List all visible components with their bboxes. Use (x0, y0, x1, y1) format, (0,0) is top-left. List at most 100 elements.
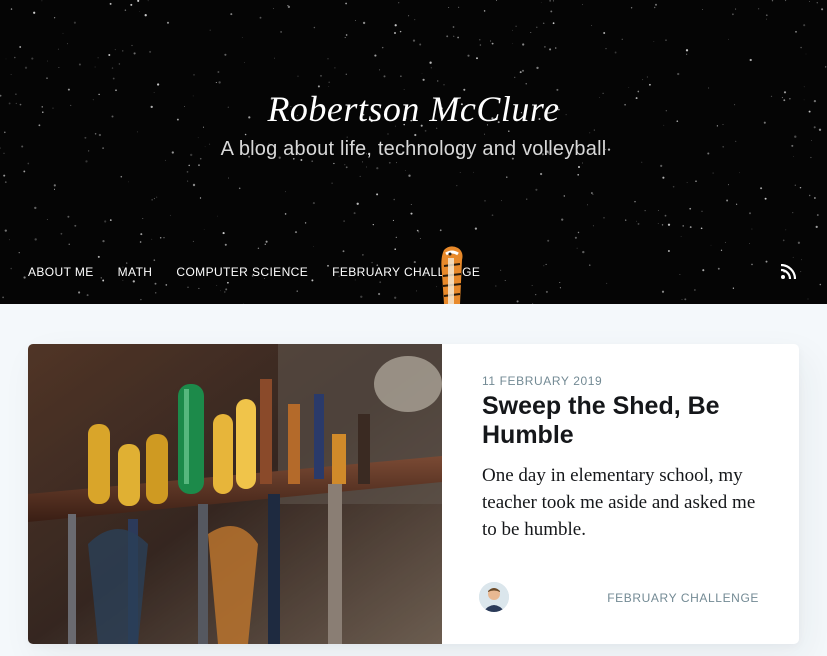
star (342, 250, 345, 253)
post-card[interactable]: 11 FEBRUARY 2019 Sweep the Shed, Be Humb… (28, 344, 799, 644)
star (805, 53, 807, 55)
star (667, 249, 670, 253)
star (97, 57, 99, 59)
star (535, 293, 537, 296)
star (476, 57, 478, 60)
star (443, 84, 445, 86)
star (312, 202, 315, 205)
star (383, 75, 386, 78)
star (495, 285, 497, 287)
star (765, 14, 768, 17)
star (519, 71, 522, 74)
star (241, 37, 243, 39)
star (694, 289, 696, 291)
star (429, 61, 432, 64)
nav-item-math[interactable]: MATH (106, 262, 165, 282)
star (355, 20, 356, 21)
star (535, 188, 538, 191)
post-excerpt[interactable]: One day in elementary school, my teacher… (482, 462, 772, 543)
star (159, 237, 162, 239)
star (41, 0, 43, 2)
star (418, 231, 420, 233)
star (67, 43, 69, 45)
star (109, 2, 112, 5)
star (532, 303, 534, 304)
star (735, 8, 737, 10)
post-tag[interactable]: FEBRUARY CHALLENGE (607, 591, 759, 605)
star (68, 243, 70, 245)
star (344, 37, 346, 39)
star (739, 172, 740, 174)
star (592, 193, 594, 195)
star (467, 54, 470, 57)
star (436, 80, 439, 82)
star (139, 11, 140, 12)
star (343, 220, 345, 222)
star (751, 263, 753, 266)
star (808, 194, 811, 197)
star (547, 239, 550, 242)
star (605, 48, 607, 50)
star (224, 53, 227, 56)
star (273, 8, 274, 9)
star (333, 162, 335, 165)
star (634, 200, 636, 203)
star (689, 226, 692, 229)
star (728, 38, 729, 40)
star (757, 8, 760, 10)
star (421, 72, 423, 74)
star (137, 0, 140, 2)
star (550, 10, 553, 13)
star (506, 176, 508, 178)
star (561, 218, 564, 221)
star (625, 219, 627, 221)
star (821, 8, 824, 11)
star (655, 3, 657, 6)
star (374, 54, 377, 57)
star (151, 238, 153, 240)
site-description: A blog about life, technology and volley… (220, 138, 607, 160)
star (388, 161, 391, 164)
star (545, 290, 548, 293)
star (785, 0, 787, 2)
star (4, 181, 7, 183)
star (521, 69, 525, 72)
star (264, 243, 267, 246)
tool-rack-photo (28, 344, 442, 644)
nav-item-about-me[interactable]: ABOUT ME (16, 262, 106, 282)
post-title[interactable]: Sweep the Shed, Be Humble (482, 392, 772, 450)
star (216, 285, 218, 287)
star (657, 223, 659, 224)
star (198, 164, 200, 167)
nav-item-computer-science[interactable]: COMPUTER SCIENCE (164, 262, 320, 282)
site-title[interactable]: Robertson McClure (0, 88, 827, 130)
star (439, 229, 442, 232)
star (360, 295, 363, 298)
star (649, 83, 651, 86)
star (345, 34, 348, 36)
star (78, 63, 81, 66)
star (577, 173, 580, 176)
star (257, 247, 260, 250)
star (376, 167, 379, 170)
star (14, 56, 16, 59)
star (414, 19, 416, 21)
star (795, 31, 797, 33)
post-image[interactable] (28, 344, 442, 644)
star (4, 229, 7, 232)
star (345, 73, 347, 75)
star (147, 0, 149, 2)
star (589, 264, 591, 266)
star (682, 225, 684, 227)
star (735, 203, 738, 205)
star (334, 67, 336, 69)
star (797, 241, 801, 244)
star (153, 259, 156, 261)
author-avatar[interactable] (479, 582, 509, 612)
star (543, 265, 545, 267)
star (27, 162, 30, 165)
rss-icon[interactable] (780, 264, 796, 280)
star (304, 222, 307, 224)
star (327, 58, 329, 60)
star (452, 26, 455, 28)
